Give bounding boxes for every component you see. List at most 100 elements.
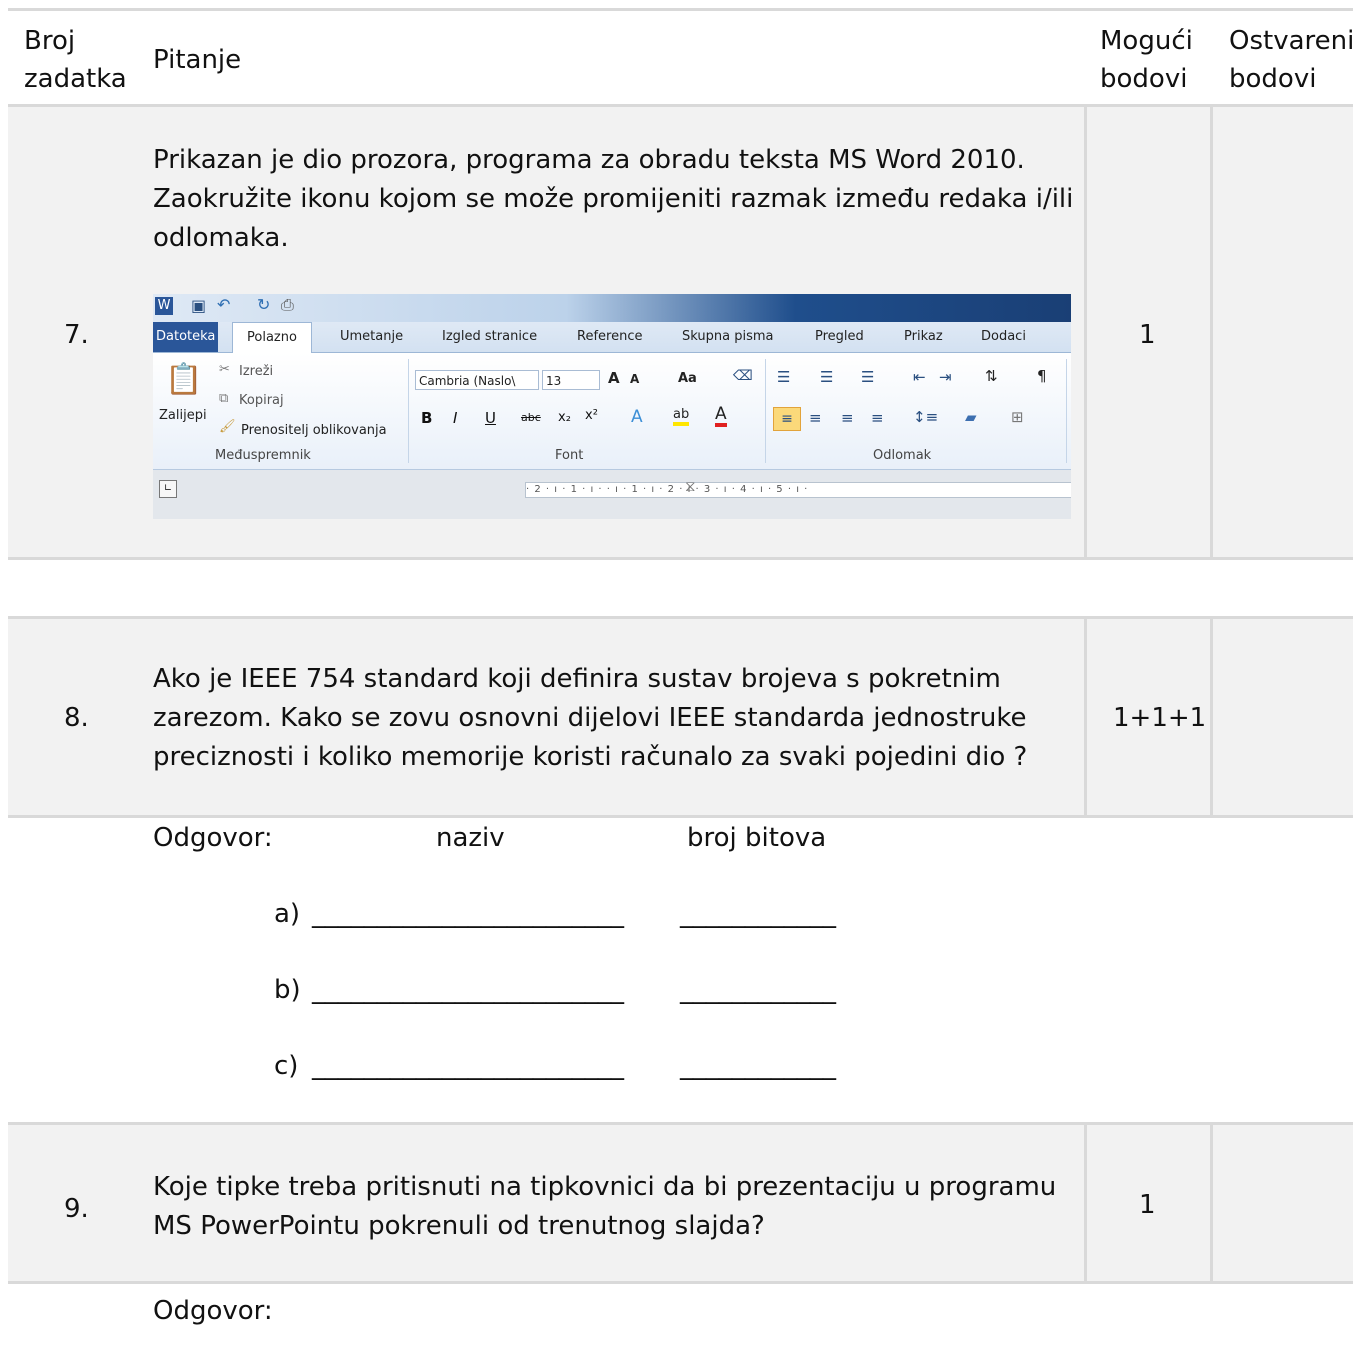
tab-skupna-pisma[interactable]: Skupna pisma <box>682 322 773 352</box>
q8-column-bits: broj bitova <box>687 823 827 853</box>
undo-icon[interactable]: ↶ <box>217 295 230 314</box>
q8-row-b-bits-line[interactable]: ____________ <box>680 971 836 1009</box>
q7-divider-2 <box>1210 107 1213 557</box>
subscript-icon[interactable]: x₂ <box>558 410 571 425</box>
q8-row-c-bits-line[interactable]: ____________ <box>680 1047 836 1085</box>
format-painter-label[interactable]: Prenositelj oblikovanja <box>241 423 387 438</box>
q9-divider-2 <box>1210 1125 1213 1281</box>
q8-column-name: naziv <box>436 823 505 853</box>
bullets-icon[interactable]: ☰ <box>777 368 790 386</box>
multilevel-list-icon[interactable]: ☰ <box>861 368 874 386</box>
clipboard-group-label: Međuspremnik <box>215 448 311 463</box>
ribbon-separator <box>1066 359 1067 463</box>
header-question: Pitanje <box>153 45 242 75</box>
ribbon-separator <box>765 359 766 463</box>
show-formatting-icon[interactable]: ¶ <box>1037 367 1047 385</box>
tab-umetanje[interactable]: Umetanje <box>340 322 403 352</box>
justify-icon[interactable]: ≡ <box>871 409 884 427</box>
paste-label[interactable]: Zalijepi <box>159 408 207 423</box>
tab-izgled-stranice[interactable]: Izgled stranice <box>442 322 537 352</box>
q9-divider-1 <box>1084 1125 1087 1281</box>
header-possible-line2: bodovi <box>1100 64 1188 94</box>
ruler[interactable]: · 2 · ı · 1 · ı · · ı · 1 · ı · 2 · ı · … <box>525 482 1071 498</box>
q9-text-line1: Koje tipke treba pritisnuti na tipkovnic… <box>153 1172 1057 1202</box>
format-painter-icon[interactable]: 🖌 <box>219 419 236 434</box>
shrink-font-icon[interactable]: A <box>630 372 639 386</box>
q7-points: 1 <box>1139 320 1156 350</box>
q7-top-border <box>8 104 1353 107</box>
sort-icon[interactable]: ⇅ <box>985 367 998 385</box>
q8-divider-1 <box>1084 619 1087 815</box>
q7-text-line3: odlomaka. <box>153 223 289 253</box>
cut-icon[interactable]: ✂ <box>219 362 230 377</box>
q8-points: 1+1+1 <box>1113 703 1207 733</box>
q9-text-line2: MS PowerPointu pokrenuli od trenutnog sl… <box>153 1211 765 1241</box>
print-icon[interactable]: ⎙ <box>281 295 294 315</box>
q8-text-line2: zarezom. Kako se zovu osnovni dijelovi I… <box>153 703 1027 733</box>
clear-format-icon[interactable]: ⌫ <box>733 368 753 384</box>
tab-stop-icon[interactable]: ∟ <box>159 480 177 498</box>
header-number-line2: zadatka <box>24 64 127 94</box>
q8-top-border <box>8 616 1353 619</box>
grow-font-icon[interactable]: A <box>608 369 620 387</box>
q8-text-line3: preciznosti i koliko memorije koristi ra… <box>153 742 1028 772</box>
q8-row-c-name-line[interactable]: ________________________ <box>312 1047 624 1085</box>
text-effects-icon[interactable]: A <box>631 407 643 427</box>
font-color-icon[interactable]: A <box>715 405 727 427</box>
highlight-icon[interactable]: ab <box>673 407 690 426</box>
borders-icon[interactable]: ⊞ <box>1011 408 1024 426</box>
q7-bottom-border <box>8 557 1353 560</box>
q7-number: 7. <box>64 320 89 350</box>
q8-row-a-bits-line[interactable]: ____________ <box>680 895 836 933</box>
font-name-box[interactable]: Cambria (Naslo\ <box>415 370 539 390</box>
bold-icon[interactable]: B <box>421 409 432 427</box>
align-right-icon[interactable]: ≡ <box>841 409 854 427</box>
q9-points: 1 <box>1139 1190 1156 1220</box>
increase-indent-icon[interactable]: ⇥ <box>939 368 952 386</box>
decrease-indent-icon[interactable]: ⇤ <box>913 368 926 386</box>
font-group-label: Font <box>555 448 584 463</box>
shading-icon[interactable]: ▰ <box>965 408 977 426</box>
q8-row-b-name-line[interactable]: ________________________ <box>312 971 624 1009</box>
italic-icon[interactable]: I <box>453 409 457 427</box>
tab-reference[interactable]: Reference <box>577 322 642 352</box>
tab-polazno[interactable]: Polazno <box>232 322 312 354</box>
ribbon-title-bar: W ▣ ↶ ↻ ⎙ <box>153 294 1071 322</box>
align-center-icon[interactable]: ≡ <box>809 409 822 427</box>
tab-dodaci[interactable]: Dodaci <box>981 322 1026 352</box>
cut-label[interactable]: Izreži <box>239 364 273 379</box>
header-achieved-line1: Ostvareni <box>1229 26 1353 56</box>
tab-pregled[interactable]: Pregled <box>815 322 864 352</box>
font-size-box[interactable]: 13 <box>542 370 600 390</box>
ribbon-separator <box>408 359 409 463</box>
save-icon[interactable]: ▣ <box>191 296 206 315</box>
tab-prikaz[interactable]: Prikaz <box>904 322 943 352</box>
paste-icon[interactable]: 📋 <box>165 362 202 397</box>
superscript-icon[interactable]: x² <box>585 408 598 423</box>
q9-number: 9. <box>64 1194 89 1224</box>
copy-label[interactable]: Kopiraj <box>239 393 284 408</box>
q9-answer-label: Odgovor: <box>153 1296 273 1326</box>
underline-icon[interactable]: U <box>485 409 496 427</box>
header-number-line1: Broj <box>24 26 76 56</box>
q8-row-c-label: c) <box>274 1051 299 1081</box>
ribbon-tabs: Datoteka Polazno Umetanje Izgled stranic… <box>153 322 1071 354</box>
q7-text-line1: Prikazan je dio prozora, programa za obr… <box>153 145 1025 175</box>
copy-icon[interactable]: ⧉ <box>219 391 228 406</box>
tab-datoteka[interactable]: Datoteka <box>153 322 219 352</box>
q8-divider-2 <box>1210 619 1213 815</box>
align-left-icon[interactable]: ≡ <box>773 407 801 431</box>
change-case-icon[interactable]: Aa <box>678 371 697 386</box>
q8-row-a-name-line[interactable]: ________________________ <box>312 895 624 933</box>
strikethrough-icon[interactable]: abc <box>521 411 541 424</box>
q9-bottom-border <box>8 1281 1353 1284</box>
word-ribbon-screenshot: W ▣ ↶ ↻ ⎙ Datoteka Polazno Umetanje Izgl… <box>153 294 1071 519</box>
redo-icon[interactable]: ↻ <box>257 295 270 314</box>
q7-text-line2: Zaokružite ikonu kojom se može promijeni… <box>153 184 1074 214</box>
q8-row-a-label: a) <box>274 899 301 929</box>
numbering-icon[interactable]: ☰ <box>820 368 833 386</box>
q8-bottom-border <box>8 815 1353 818</box>
header-possible-line1: Mogući <box>1100 26 1193 56</box>
line-spacing-icon[interactable]: ↕≡ <box>913 408 938 426</box>
indent-marker-icon[interactable]: ⧖ <box>685 477 696 495</box>
